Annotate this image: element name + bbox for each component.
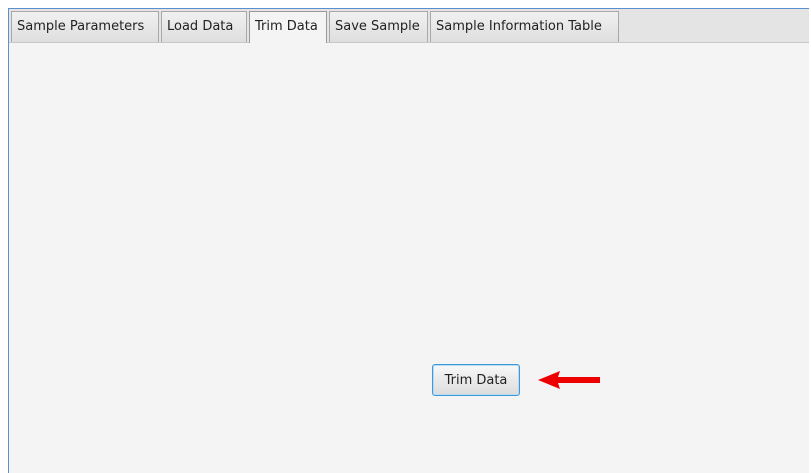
trim-data-button[interactable]: Trim Data <box>432 364 520 396</box>
tab-save-sample[interactable]: Save Sample <box>329 11 428 42</box>
red-arrow-icon <box>538 371 600 389</box>
tab-bar: Sample Parameters Load Data Trim Data Sa… <box>9 9 809 43</box>
tab-list: Sample Parameters Load Data Trim Data Sa… <box>11 11 621 43</box>
app-window: Sample Parameters Load Data Trim Data Sa… <box>8 8 809 473</box>
tab-load-data[interactable]: Load Data <box>161 11 247 42</box>
tab-sample-parameters[interactable]: Sample Parameters <box>11 11 159 42</box>
tab-trim-data[interactable]: Trim Data <box>249 11 327 43</box>
trim-data-panel: Trim Data <box>9 43 809 473</box>
tab-sample-information-table[interactable]: Sample Information Table <box>430 11 619 42</box>
